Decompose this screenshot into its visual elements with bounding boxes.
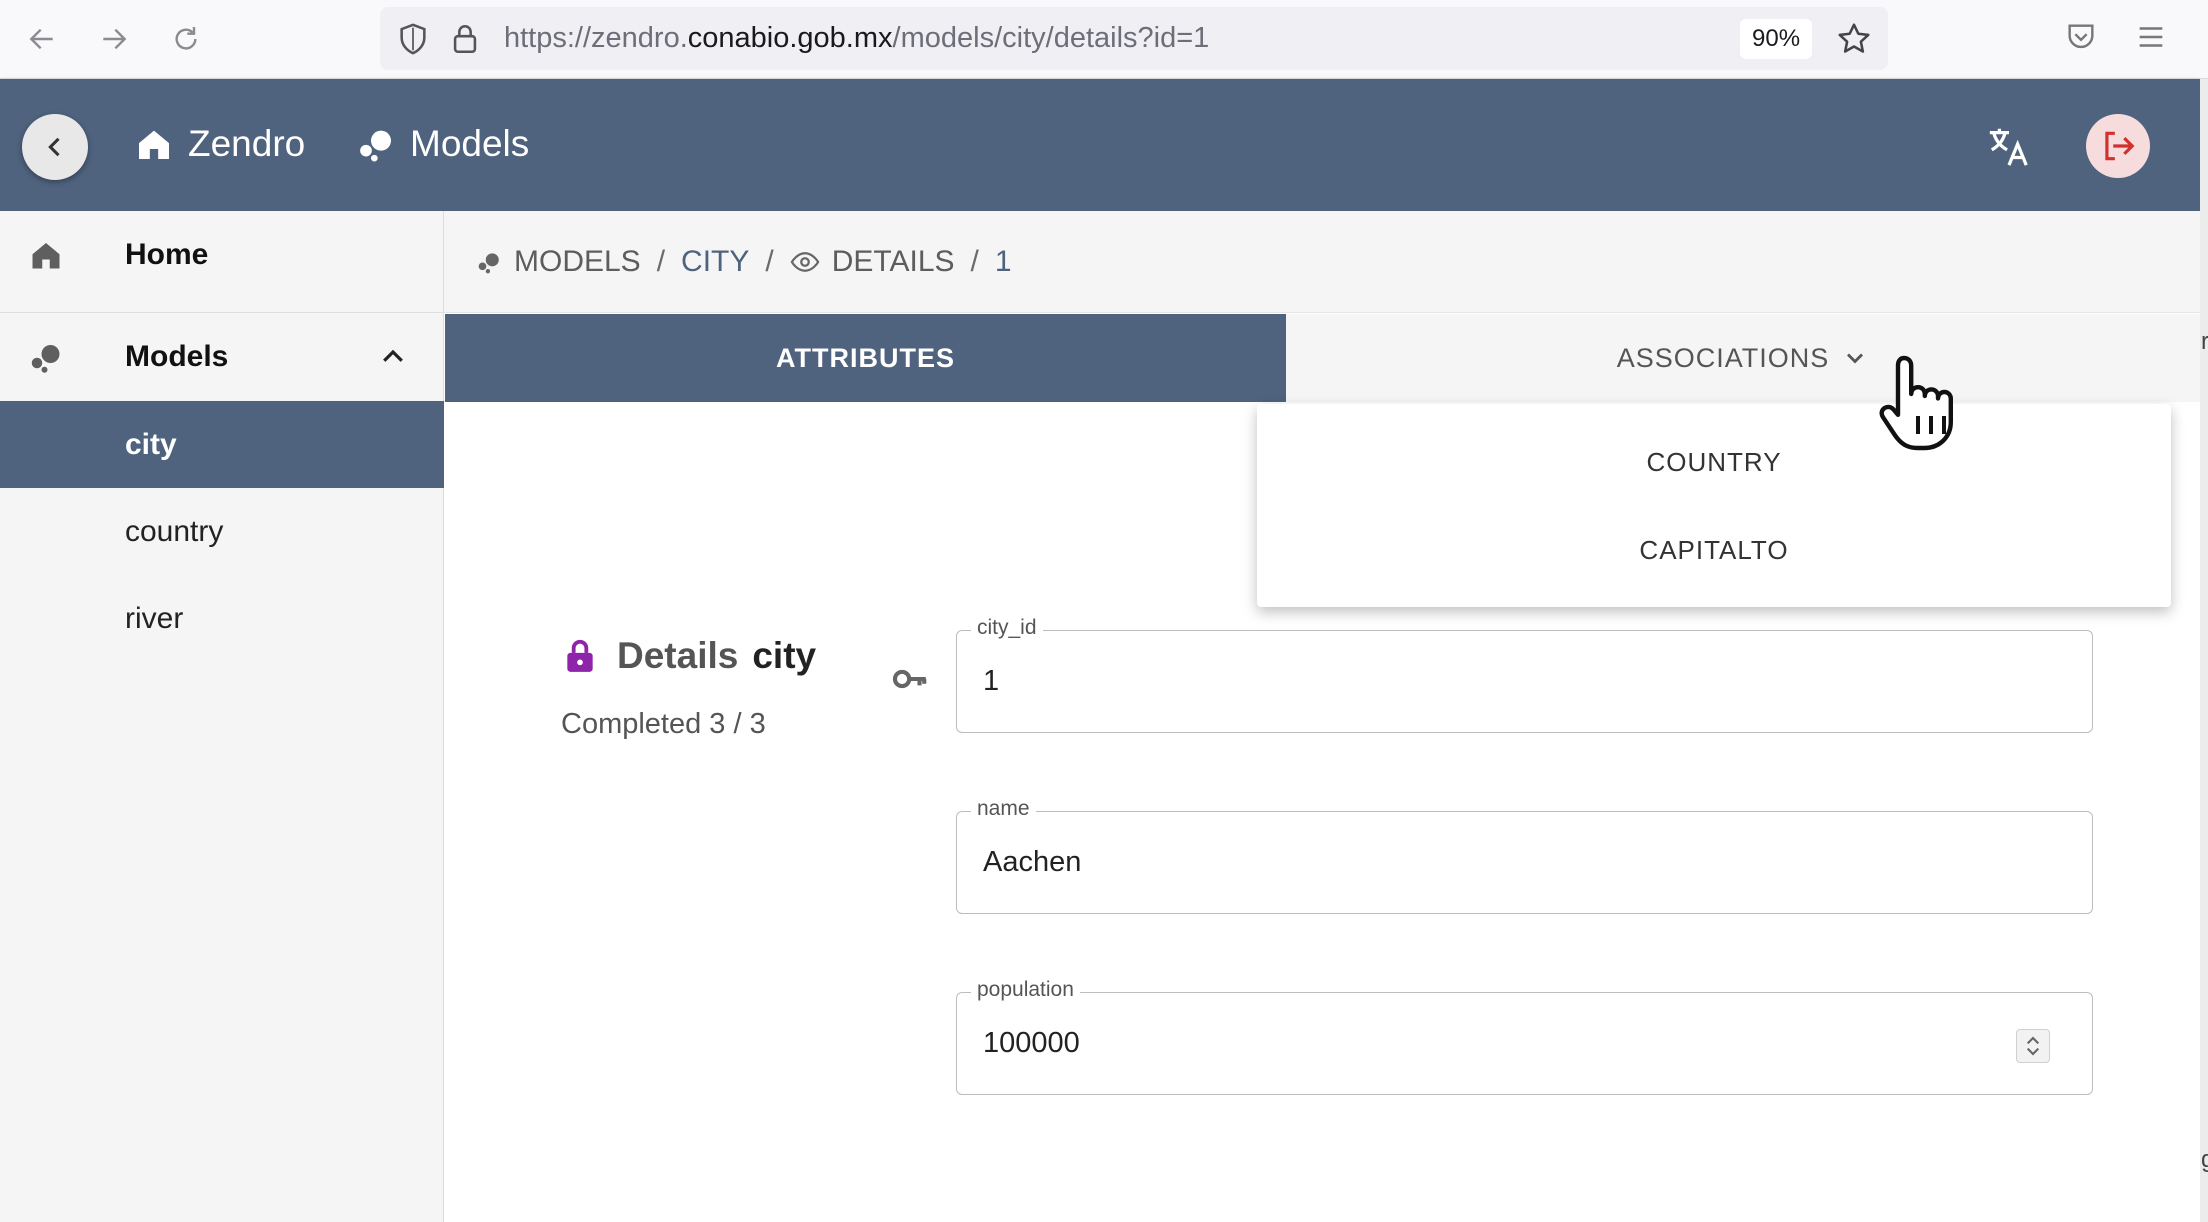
city-id-field[interactable]: city_id 1 bbox=[956, 616, 2093, 733]
header-models-link[interactable]: Models bbox=[356, 119, 529, 169]
menu-item-country[interactable]: COUNTRY bbox=[1257, 418, 2171, 506]
bubbles-icon bbox=[478, 252, 499, 273]
shield-icon[interactable] bbox=[396, 22, 430, 56]
completion-status: Completed 3 / 3 bbox=[561, 708, 766, 740]
logout-button[interactable] bbox=[2086, 114, 2150, 178]
collapse-sidebar-button[interactable] bbox=[22, 114, 88, 180]
app-header: Zendro Models bbox=[0, 79, 2200, 211]
name-field[interactable]: name Aachen bbox=[956, 797, 2093, 914]
sidebar-item-home[interactable]: Home bbox=[0, 211, 444, 298]
reload-icon bbox=[175, 27, 197, 50]
chevron-down-icon bbox=[1847, 353, 1864, 364]
stepper-arrows-icon bbox=[2026, 1036, 2040, 1056]
associations-menu: COUNTRY CAPITALTO bbox=[1257, 404, 2171, 607]
arrow-left-icon bbox=[29, 28, 53, 50]
arrow-right-icon bbox=[103, 28, 127, 50]
tab-attributes-label: ATTRIBUTES bbox=[776, 342, 955, 373]
sidebar-item-river[interactable]: river bbox=[0, 575, 444, 662]
breadcrumb-separator: / bbox=[765, 244, 774, 278]
scrollbar-strip[interactable] bbox=[2200, 79, 2208, 1222]
bubbles-icon bbox=[360, 130, 391, 162]
sidebar-item-label: Home bbox=[125, 237, 209, 271]
url-bar[interactable]: https://zendro.conabio.gob.mx/models/cit… bbox=[380, 7, 1888, 70]
chevron-left-icon bbox=[48, 137, 60, 157]
field-label: city_id bbox=[971, 616, 1043, 640]
tab-associations[interactable]: ASSOCIATIONS bbox=[1286, 314, 2200, 402]
header-models-label: Models bbox=[410, 123, 530, 164]
pocket-icon[interactable] bbox=[2064, 20, 2098, 54]
browser-reload-button[interactable] bbox=[162, 18, 210, 60]
sidebar-item-label: city bbox=[125, 427, 177, 461]
number-stepper[interactable] bbox=[2016, 1029, 2050, 1063]
chevron-up-icon[interactable] bbox=[378, 342, 408, 372]
breadcrumb-city[interactable]: CITY bbox=[681, 245, 749, 279]
sidebar-item-label: Models bbox=[125, 339, 229, 373]
logout-icon bbox=[2105, 131, 2135, 161]
sidebar-item-label: country bbox=[125, 514, 224, 548]
bubbles-icon bbox=[31, 344, 60, 373]
hamburger-menu-icon[interactable] bbox=[2134, 20, 2168, 54]
field-value[interactable]: Aachen bbox=[983, 812, 1081, 912]
details-title: Details city bbox=[561, 632, 816, 680]
breadcrumb: MODELS / CITY / DETAILS / 1 bbox=[444, 211, 2200, 313]
menu-item-capitalto[interactable]: CAPITALTO bbox=[1257, 506, 2171, 594]
breadcrumb-separator: / bbox=[656, 244, 666, 278]
field-value[interactable]: 1 bbox=[983, 631, 999, 731]
browser-toolbar: https://zendro.conabio.gob.mx/models/cit… bbox=[0, 0, 2208, 79]
sidebar-item-country[interactable]: country bbox=[0, 488, 444, 575]
sidebar-item-city[interactable]: city bbox=[0, 401, 444, 488]
lock-icon bbox=[567, 639, 593, 672]
sidebar: Home Models city country river bbox=[0, 211, 444, 1222]
edge-text-fragment: r bbox=[2201, 328, 2208, 355]
hand-pointer-cursor-icon bbox=[1879, 355, 1953, 451]
tab-associations-label: ASSOCIATIONS bbox=[1616, 342, 1830, 373]
eye-icon bbox=[790, 251, 820, 272]
breadcrumb-record-id: 1 bbox=[994, 244, 1012, 278]
url-text[interactable]: https://zendro.conabio.gob.mx/models/cit… bbox=[504, 7, 1209, 70]
breadcrumb-details: DETAILS bbox=[831, 244, 955, 278]
home-icon bbox=[32, 242, 60, 268]
header-home-label: Zendro bbox=[188, 123, 306, 164]
browser-back-button[interactable] bbox=[18, 18, 66, 60]
details-title-prefix: Details bbox=[617, 635, 739, 676]
zoom-level-badge[interactable]: 90% bbox=[1740, 19, 1813, 59]
sidebar-item-models[interactable]: Models bbox=[0, 313, 444, 400]
home-icon bbox=[139, 130, 169, 159]
header-home-link[interactable]: Zendro bbox=[134, 119, 305, 169]
bookmark-star-icon[interactable] bbox=[1836, 21, 1872, 57]
breadcrumb-separator: / bbox=[970, 244, 979, 278]
translate-icon[interactable] bbox=[1986, 123, 2032, 169]
breadcrumb-models[interactable]: MODELS bbox=[514, 245, 641, 279]
browser-forward-button[interactable] bbox=[90, 18, 138, 60]
lock-icon[interactable] bbox=[448, 22, 482, 56]
sidebar-item-label: river bbox=[125, 601, 184, 635]
population-field[interactable]: population 100000 bbox=[956, 978, 2093, 1095]
key-icon bbox=[892, 669, 927, 689]
tab-attributes[interactable]: ATTRIBUTES bbox=[445, 314, 1286, 402]
details-title-model: city bbox=[752, 635, 817, 676]
field-value[interactable]: 100000 bbox=[983, 993, 1080, 1093]
edge-text-fragment: g bbox=[2201, 1146, 2208, 1173]
